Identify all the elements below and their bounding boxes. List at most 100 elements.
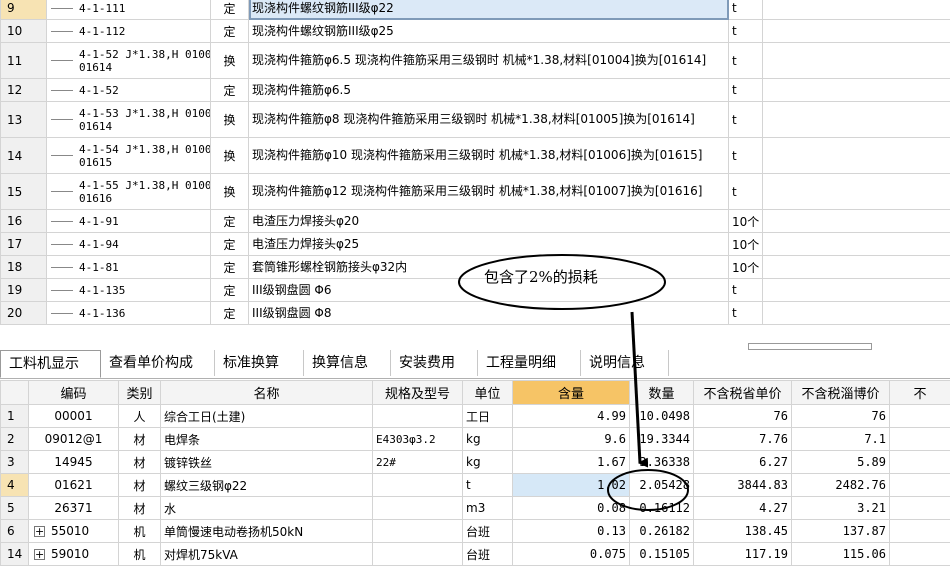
quota-unit-cell[interactable]: 10个 xyxy=(728,232,763,256)
resource-content-cell[interactable]: 1.67 xyxy=(512,450,630,474)
resource-unit-cell[interactable]: t xyxy=(462,473,513,497)
expand-icon[interactable]: + xyxy=(34,549,45,560)
quota-unit-cell[interactable]: 10个 xyxy=(728,209,763,233)
empty-cell[interactable] xyxy=(762,0,950,20)
quota-type-cell[interactable]: 换 xyxy=(210,42,249,79)
quota-type-cell[interactable]: 定 xyxy=(210,301,249,325)
resource-name-cell[interactable]: 螺纹三级钢φ22 xyxy=(160,473,373,497)
resource-spec-cell[interactable]: 22# xyxy=(372,450,463,474)
quota-code-cell[interactable]: 4-1-112 xyxy=(46,19,211,43)
col-header-provincial-price[interactable]: 不含税省单价 xyxy=(693,380,792,405)
quota-unit-cell[interactable]: t xyxy=(728,78,763,102)
provincial-price-cell[interactable]: 3844.83 xyxy=(693,473,792,497)
quota-code-cell[interactable]: 4-1-94 xyxy=(46,232,211,256)
resource-content-cell[interactable]: 1.02 xyxy=(512,473,630,497)
empty-cell[interactable] xyxy=(762,232,950,256)
col-header-amount[interactable]: 数量 xyxy=(629,380,694,405)
col-header-spec[interactable]: 规格及型号 xyxy=(372,380,463,405)
quota-row[interactable]: 20 4-1-136 定 III级钢盘圆 Φ8 t xyxy=(0,301,950,325)
horizontal-scrollbar[interactable] xyxy=(748,343,872,350)
resource-spec-cell[interactable] xyxy=(372,404,463,428)
resource-unit-cell[interactable]: m3 xyxy=(462,496,513,520)
empty-cell[interactable] xyxy=(762,255,950,279)
tab-unit-price-composition[interactable]: 查看单价构成 xyxy=(101,350,215,376)
tab-installation-fee[interactable]: 安装费用 xyxy=(391,350,478,376)
resource-name-cell[interactable]: 单筒慢速电动卷扬机50kN xyxy=(160,519,373,543)
quota-type-cell[interactable]: 定 xyxy=(210,78,249,102)
quota-code-cell[interactable]: 4-1-52 J*1.38,H 01004 01614 xyxy=(46,42,211,79)
resource-spec-cell[interactable] xyxy=(372,519,463,543)
zibo-price-cell[interactable]: 7.1 xyxy=(791,427,890,451)
empty-cell[interactable] xyxy=(762,301,950,325)
quota-row[interactable]: 16 4-1-91 定电渣压力焊接头φ20 10个 xyxy=(0,209,950,233)
quota-type-cell[interactable]: 定 xyxy=(210,0,249,20)
resource-name-cell[interactable]: 水 xyxy=(160,496,373,520)
resource-category-cell[interactable]: 材 xyxy=(118,473,161,497)
quota-code-cell[interactable]: 4-1-52 xyxy=(46,78,211,102)
quota-code-cell[interactable]: 4-1-81 xyxy=(46,255,211,279)
quota-row[interactable]: 10 4-1-112 定现浇构件螺纹钢筋III级φ25 t xyxy=(0,19,950,43)
quota-code-cell[interactable]: 4-1-55 J*1.38,H 01007 01616 xyxy=(46,173,211,210)
quota-type-cell[interactable]: 定 xyxy=(210,278,249,302)
quota-name-cell[interactable]: 现浇构件箍筋φ12 现浇构件箍筋采用三级钢时 机械*1.38,材料[01007]… xyxy=(248,173,729,210)
expand-icon[interactable]: + xyxy=(34,526,45,537)
quota-name-cell[interactable]: 现浇构件箍筋φ10 现浇构件箍筋采用三级钢时 机械*1.38,材料[01006]… xyxy=(248,137,729,174)
resource-name-cell[interactable]: 对焊机75kVA xyxy=(160,542,373,566)
provincial-price-cell[interactable]: 6.27 xyxy=(693,450,792,474)
resource-code-cell[interactable]: +59010 xyxy=(28,542,119,566)
quota-row[interactable]: 18 4-1-81 定套筒锥形螺栓钢筋接头φ32内 10个 xyxy=(0,255,950,279)
resource-category-cell[interactable]: 材 xyxy=(118,496,161,520)
resource-amount-cell[interactable]: 10.0498 xyxy=(629,404,694,428)
resource-category-cell[interactable]: 机 xyxy=(118,542,161,566)
tab-description[interactable]: 说明信息 xyxy=(581,350,669,376)
quota-unit-cell[interactable]: t xyxy=(728,0,763,20)
resource-category-cell[interactable]: 材 xyxy=(118,450,161,474)
quota-name-cell[interactable]: 电渣压力焊接头φ25 xyxy=(248,232,729,256)
resource-row[interactable]: 1 00001 人综合工日(土建) 工日 4.99 10.0498 76 76 xyxy=(0,404,950,428)
zibo-price-cell[interactable]: 5.89 xyxy=(791,450,890,474)
resource-row[interactable]: 5 26371 材水 m3 0.08 0.16112 4.27 3.21 xyxy=(0,496,950,520)
resource-row[interactable]: 3 14945 材镀锌铁丝 22# kg 1.67 3.36338 6.27 5.89 xyxy=(0,450,950,474)
resource-amount-cell[interactable]: 3.36338 xyxy=(629,450,694,474)
resource-amount-cell[interactable]: 19.3344 xyxy=(629,427,694,451)
col-header-unit[interactable]: 单位 xyxy=(462,380,513,405)
quota-row[interactable]: 15 4-1-55 J*1.38,H 01007 01616 换现浇构件箍筋φ12 … xyxy=(0,173,950,210)
provincial-price-cell[interactable]: 4.27 xyxy=(693,496,792,520)
resource-code-cell[interactable]: 09012@1 xyxy=(28,427,119,451)
quota-unit-cell[interactable]: t xyxy=(728,173,763,210)
resource-content-cell[interactable]: 9.6 xyxy=(512,427,630,451)
quota-unit-cell[interactable]: 10个 xyxy=(728,255,763,279)
resource-amount-cell[interactable]: 2.05428 xyxy=(629,473,694,497)
tab-quantity-detail[interactable]: 工程量明细 xyxy=(478,350,581,376)
quota-row[interactable]: 17 4-1-94 定电渣压力焊接头φ25 10个 xyxy=(0,232,950,256)
quota-type-cell[interactable]: 定 xyxy=(210,19,249,43)
quota-row[interactable]: 11 4-1-52 J*1.38,H 01004 01614 换现浇构件箍筋φ6.5… xyxy=(0,42,950,79)
quota-name-cell[interactable]: 现浇构件箍筋φ6.5 现浇构件箍筋采用三级钢时 机械*1.38,材料[01004… xyxy=(248,42,729,79)
resource-code-cell[interactable]: 14945 xyxy=(28,450,119,474)
quota-name-cell[interactable]: 现浇构件螺纹钢筋III级φ25 xyxy=(248,19,729,43)
quota-unit-cell[interactable]: t xyxy=(728,19,763,43)
zibo-price-cell[interactable]: 3.21 xyxy=(791,496,890,520)
provincial-price-cell[interactable]: 117.19 xyxy=(693,542,792,566)
truncated-cell[interactable] xyxy=(889,542,950,566)
quota-code-cell[interactable]: 4-1-53 J*1.38,H 01005 01614 xyxy=(46,101,211,138)
empty-cell[interactable] xyxy=(762,173,950,210)
provincial-price-cell[interactable]: 7.76 xyxy=(693,427,792,451)
quota-unit-cell[interactable]: t xyxy=(728,42,763,79)
quota-unit-cell[interactable]: t xyxy=(728,301,763,325)
quota-type-cell[interactable]: 定 xyxy=(210,232,249,256)
provincial-price-cell[interactable]: 76 xyxy=(693,404,792,428)
truncated-cell[interactable] xyxy=(889,427,950,451)
resource-unit-cell[interactable]: kg xyxy=(462,427,513,451)
quota-code-cell[interactable]: 4-1-91 xyxy=(46,209,211,233)
resource-unit-cell[interactable]: 台班 xyxy=(462,542,513,566)
quota-row[interactable]: 14 4-1-54 J*1.38,H 01006 01615 换现浇构件箍筋φ10 … xyxy=(0,137,950,174)
resource-row[interactable]: 14 +59010 机对焊机75kVA 台班 0.075 0.15105 117.19 115… xyxy=(0,542,950,566)
resource-spec-cell[interactable] xyxy=(372,542,463,566)
tab-standard-conversion[interactable]: 标准换算 xyxy=(215,350,304,376)
quota-row[interactable]: 12 4-1-52 定现浇构件箍筋φ6.5 t xyxy=(0,78,950,102)
resource-spec-cell[interactable] xyxy=(372,496,463,520)
col-header-name[interactable]: 名称 xyxy=(160,380,373,405)
resource-category-cell[interactable]: 机 xyxy=(118,519,161,543)
zibo-price-cell[interactable]: 76 xyxy=(791,404,890,428)
